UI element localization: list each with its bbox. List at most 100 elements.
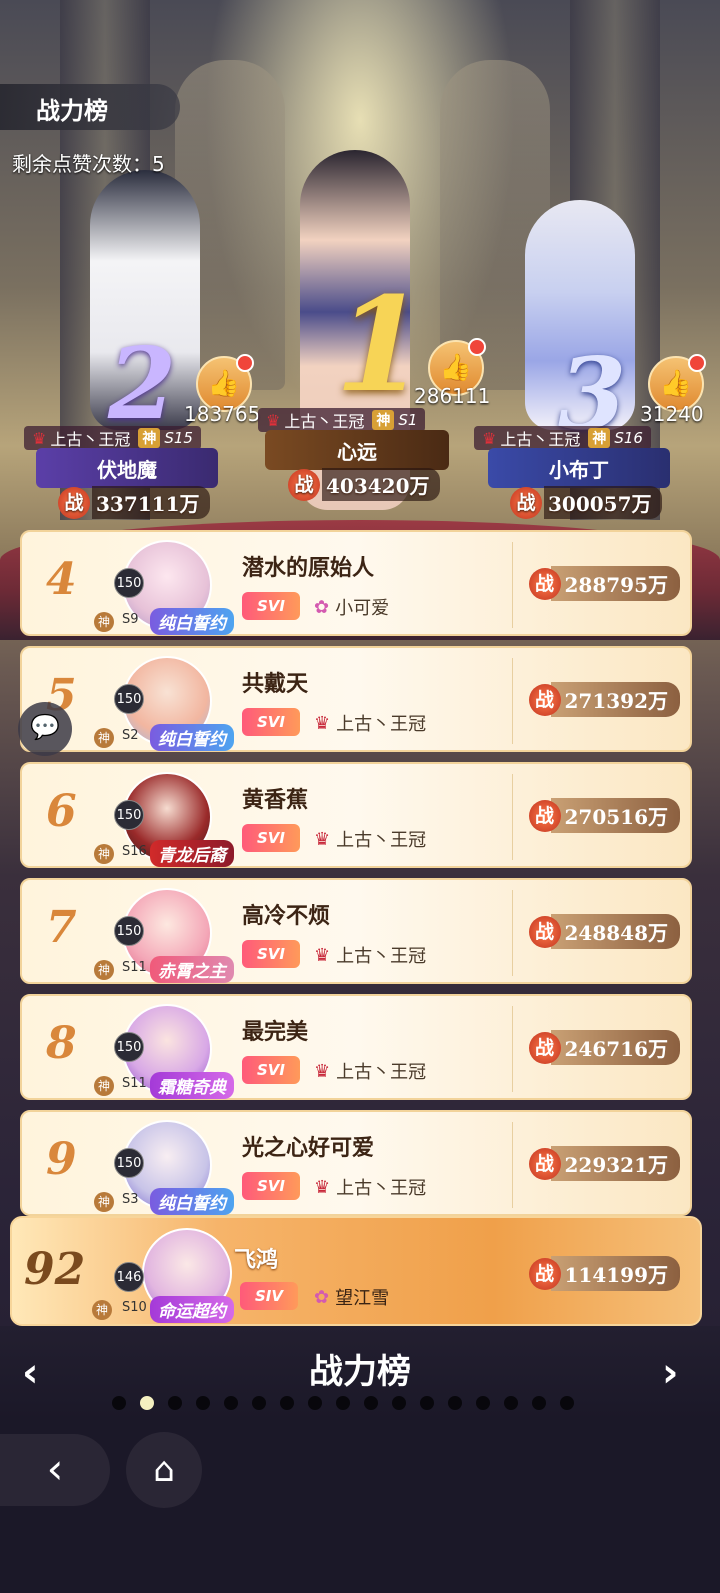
level-badge: 150 bbox=[114, 800, 144, 830]
page-dot[interactable] bbox=[448, 1396, 462, 1410]
page-dot[interactable] bbox=[532, 1396, 546, 1410]
home-icon: ⌂ bbox=[153, 1450, 175, 1490]
rank-number: 9 bbox=[46, 1134, 77, 1185]
divider bbox=[512, 658, 513, 744]
notification-dot bbox=[688, 354, 706, 372]
power-value: 战 229321万 bbox=[528, 1146, 680, 1181]
page-dot[interactable] bbox=[196, 1396, 210, 1410]
god-badge: 神 bbox=[94, 960, 114, 980]
avatar-frame-title: 纯白誓约 bbox=[150, 1188, 234, 1215]
guild-tag: ♛ 上古丶王冠 bbox=[314, 1176, 427, 1200]
nameplate-rank-1: 心远 bbox=[265, 430, 449, 470]
power-icon: 战 bbox=[528, 1147, 561, 1180]
page-dot[interactable] bbox=[560, 1396, 574, 1410]
guild-tag-rank-1: ♛ 上古丶王冠神 S1 bbox=[258, 408, 426, 432]
guild-tag-rank-2: ♛ 上古丶王冠神 S15 bbox=[24, 426, 201, 450]
page-dot[interactable] bbox=[168, 1396, 182, 1410]
ranking-row-4[interactable]: 4 150 神 S9 纯白誓约 潜水的原始人 SVI ✿ 小可爱 战 288795万 bbox=[20, 530, 692, 636]
vip-badge: SVI bbox=[242, 592, 300, 620]
vip-badge: SVI bbox=[242, 940, 300, 968]
level-badge: 146 bbox=[114, 1262, 144, 1292]
thumbs-up-icon: 👍 bbox=[659, 369, 693, 399]
page-dot[interactable] bbox=[280, 1396, 294, 1410]
power-value: 战 288795万 bbox=[528, 566, 680, 601]
page-dot[interactable] bbox=[308, 1396, 322, 1410]
board-name: 战力榜 bbox=[309, 1352, 411, 1392]
power-rank-2: 战 337111万 bbox=[58, 486, 210, 519]
page-dot[interactable] bbox=[504, 1396, 518, 1410]
player-name: 高冷不烦 bbox=[242, 904, 331, 929]
notification-dot bbox=[236, 354, 254, 372]
power-value: 战 270516万 bbox=[528, 798, 680, 833]
power-icon: 战 bbox=[528, 915, 561, 948]
divider bbox=[512, 542, 513, 628]
level-badge: 150 bbox=[114, 1148, 144, 1178]
god-badge: 神 bbox=[588, 428, 611, 448]
my-ranking-row[interactable]: 92 146 神 S10 命运超约 飞鸿 SIV ✿ 望江雪 战 114199万 bbox=[10, 1216, 702, 1326]
ranking-row-9[interactable]: 9 150 神 S3 纯白誓约 光之心好可爱 SVI ♛ 上古丶王冠 战 22932… bbox=[20, 1110, 692, 1216]
leaderboard-title-tab: 战力榜 bbox=[0, 84, 180, 130]
guild-crown-icon: ♛ bbox=[314, 1176, 331, 1198]
season-label: S10 bbox=[122, 1300, 147, 1315]
god-badge: 神 bbox=[94, 612, 114, 632]
guild-crown-icon: ♛ bbox=[314, 828, 331, 850]
vip-badge: SVI bbox=[242, 708, 300, 736]
like-count-rank-3: 31240 bbox=[640, 402, 704, 426]
my-rank-number: 92 bbox=[24, 1244, 86, 1295]
crown-icon: ♛ bbox=[32, 428, 47, 448]
chat-button[interactable]: 💬 bbox=[18, 702, 72, 756]
rank-number: 6 bbox=[46, 786, 77, 837]
notification-dot bbox=[468, 338, 486, 356]
god-badge: 神 bbox=[94, 844, 114, 864]
avatar-frame-title: 霜糖奇典 bbox=[150, 1072, 234, 1099]
level-badge: 150 bbox=[114, 684, 144, 714]
page-dot[interactable] bbox=[420, 1396, 434, 1410]
power-value: 战 271392万 bbox=[528, 682, 680, 717]
ranking-row-5[interactable]: 5 150 神 S2 纯白誓约 共戴天 SVI ♛ 上古丶王冠 战 271392万 bbox=[20, 646, 692, 752]
guild-crown-icon: ♛ bbox=[314, 712, 331, 734]
page-dot[interactable] bbox=[140, 1396, 154, 1410]
crown-icon: ♛ bbox=[266, 410, 281, 430]
power-rank-1: 战 403420万 bbox=[288, 468, 440, 501]
season-label: S16 bbox=[122, 844, 147, 859]
power-icon: 战 bbox=[528, 1257, 561, 1290]
ranking-row-8[interactable]: 8 150 神 S11 霜糖奇典 最完美 SVI ♛ 上古丶王冠 战 246716万 bbox=[20, 994, 692, 1100]
rank-number: 4 bbox=[46, 554, 77, 605]
nameplate-rank-2: 伏地魔 bbox=[36, 448, 218, 488]
page-dot[interactable] bbox=[112, 1396, 126, 1410]
power-icon: 战 bbox=[528, 567, 561, 600]
ranking-row-7[interactable]: 7 150 神 S11 赤霄之主 高冷不烦 SVI ♛ 上古丶王冠 战 248848… bbox=[20, 878, 692, 984]
divider bbox=[512, 1006, 513, 1092]
page-dot[interactable] bbox=[476, 1396, 490, 1410]
god-badge: 神 bbox=[94, 728, 114, 748]
home-button[interactable]: ⌂ bbox=[126, 1432, 202, 1508]
page-dot[interactable] bbox=[336, 1396, 350, 1410]
thumbs-up-icon: 👍 bbox=[439, 353, 473, 383]
rank-number: 8 bbox=[46, 1018, 77, 1069]
level-badge: 150 bbox=[114, 1032, 144, 1062]
guild-crown-icon: ♛ bbox=[314, 1060, 331, 1082]
season-label: S16 bbox=[614, 429, 643, 447]
back-button[interactable]: ‹ bbox=[0, 1434, 110, 1506]
god-badge: 神 bbox=[92, 1300, 112, 1320]
power-icon: 战 bbox=[510, 486, 542, 519]
power-rank-3: 战 300057万 bbox=[510, 486, 662, 519]
page-dot[interactable] bbox=[364, 1396, 378, 1410]
guild-tag-rank-3: ♛ 上古丶王冠神 S16 bbox=[474, 426, 651, 450]
guild-emblem-icon: ✿ bbox=[314, 1286, 330, 1308]
divider bbox=[512, 774, 513, 860]
page-dot[interactable] bbox=[392, 1396, 406, 1410]
ranking-row-6[interactable]: 6 150 神 S16 青龙后裔 黄香蕉 SVI ♛ 上古丶王冠 战 270516万 bbox=[20, 762, 692, 868]
power-icon: 战 bbox=[58, 486, 90, 519]
player-name: 潜水的原始人 bbox=[242, 556, 375, 581]
like-count-rank-2: 183765 bbox=[184, 402, 261, 426]
guild-crown-icon: ♛ bbox=[314, 944, 331, 966]
avatar-frame-title: 青龙后裔 bbox=[150, 840, 234, 867]
next-board-button[interactable]: › bbox=[662, 1350, 678, 1396]
page-dot[interactable] bbox=[224, 1396, 238, 1410]
page-dot[interactable] bbox=[252, 1396, 266, 1410]
my-power-value: 战 114199万 bbox=[528, 1256, 680, 1291]
god-badge: 神 bbox=[138, 428, 161, 448]
avatar-frame-title: 赤霄之主 bbox=[150, 956, 234, 983]
god-badge: 神 bbox=[94, 1192, 114, 1212]
